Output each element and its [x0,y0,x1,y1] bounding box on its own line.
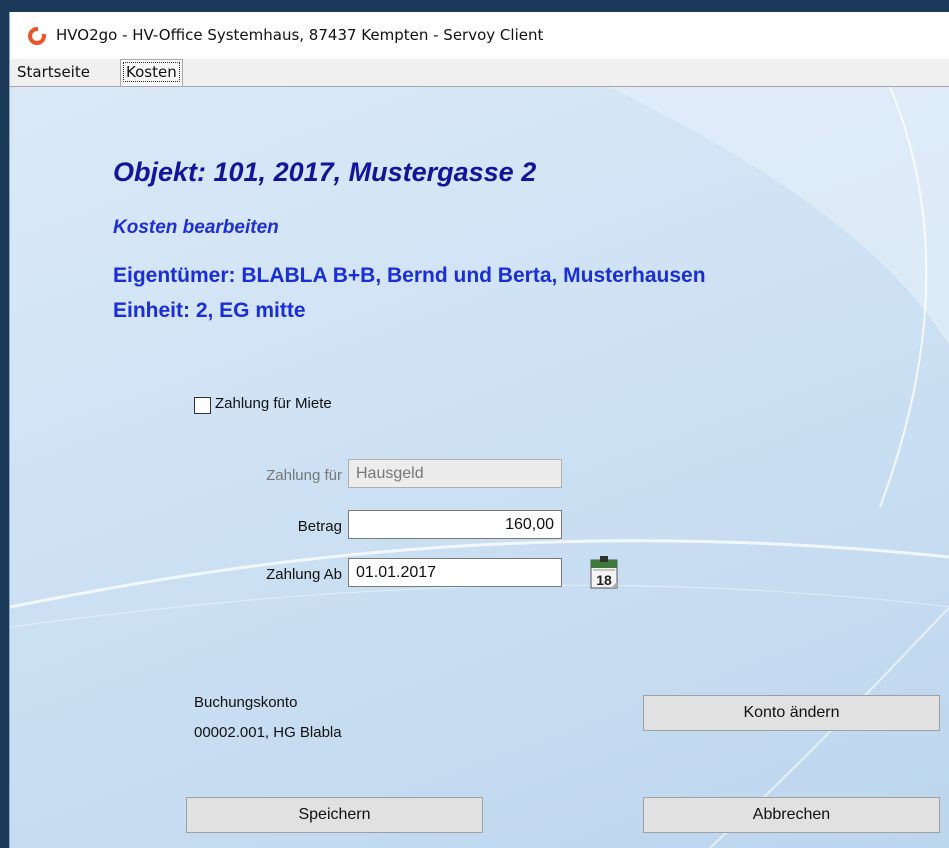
betrag-label: Betrag [297,518,342,535]
owner-info: Eigentümer: BLABLA B+B, Bernd und Berta,… [113,264,706,287]
title-bar: HVO2go - HV-Office Systemhaus, 87437 Kem… [10,12,949,59]
miete-checkbox[interactable] [194,397,211,414]
betrag-field[interactable]: 160,00 [348,510,562,539]
zahlung-ab-label: Zahlung Ab [266,566,342,583]
app-logo-icon [28,27,46,45]
window-title: HVO2go - HV-Office Systemhaus, 87437 Kem… [56,26,544,44]
miete-checkbox-label[interactable]: Zahlung für Miete [215,395,332,412]
tab-startseite[interactable]: Startseite [14,60,93,84]
page-title: Objekt: 101, 2017, Mustergasse 2 [113,157,537,187]
buchungskonto-label: Buchungskonto [194,694,298,711]
cancel-button[interactable]: Abbrechen [643,797,940,833]
zahlung-fuer-field: Hausgeld [348,459,562,488]
tab-kosten[interactable]: Kosten [120,59,183,86]
zahlung-ab-field[interactable]: 01.01.2017 [348,558,562,587]
konto-aendern-button[interactable]: Konto ändern [643,695,940,731]
unit-info: Einheit: 2, EG mitte [113,299,306,322]
tab-strip: Startseite Kosten [10,59,949,87]
form-panel: Objekt: 101, 2017, Mustergasse 2 Kosten … [10,87,949,848]
page-subtitle: Kosten bearbeiten [113,217,279,238]
calendar-day: 18 [596,572,612,588]
buchungskonto-value: 00002.001, HG Blabla [194,724,342,741]
calendar-icon[interactable]: 18 [585,552,623,592]
zahlung-fuer-label: Zahlung für [266,467,342,484]
save-button[interactable]: Speichern [186,797,483,833]
app-window: HVO2go - HV-Office Systemhaus, 87437 Kem… [9,12,949,848]
tab-kosten-label: Kosten [123,62,180,82]
